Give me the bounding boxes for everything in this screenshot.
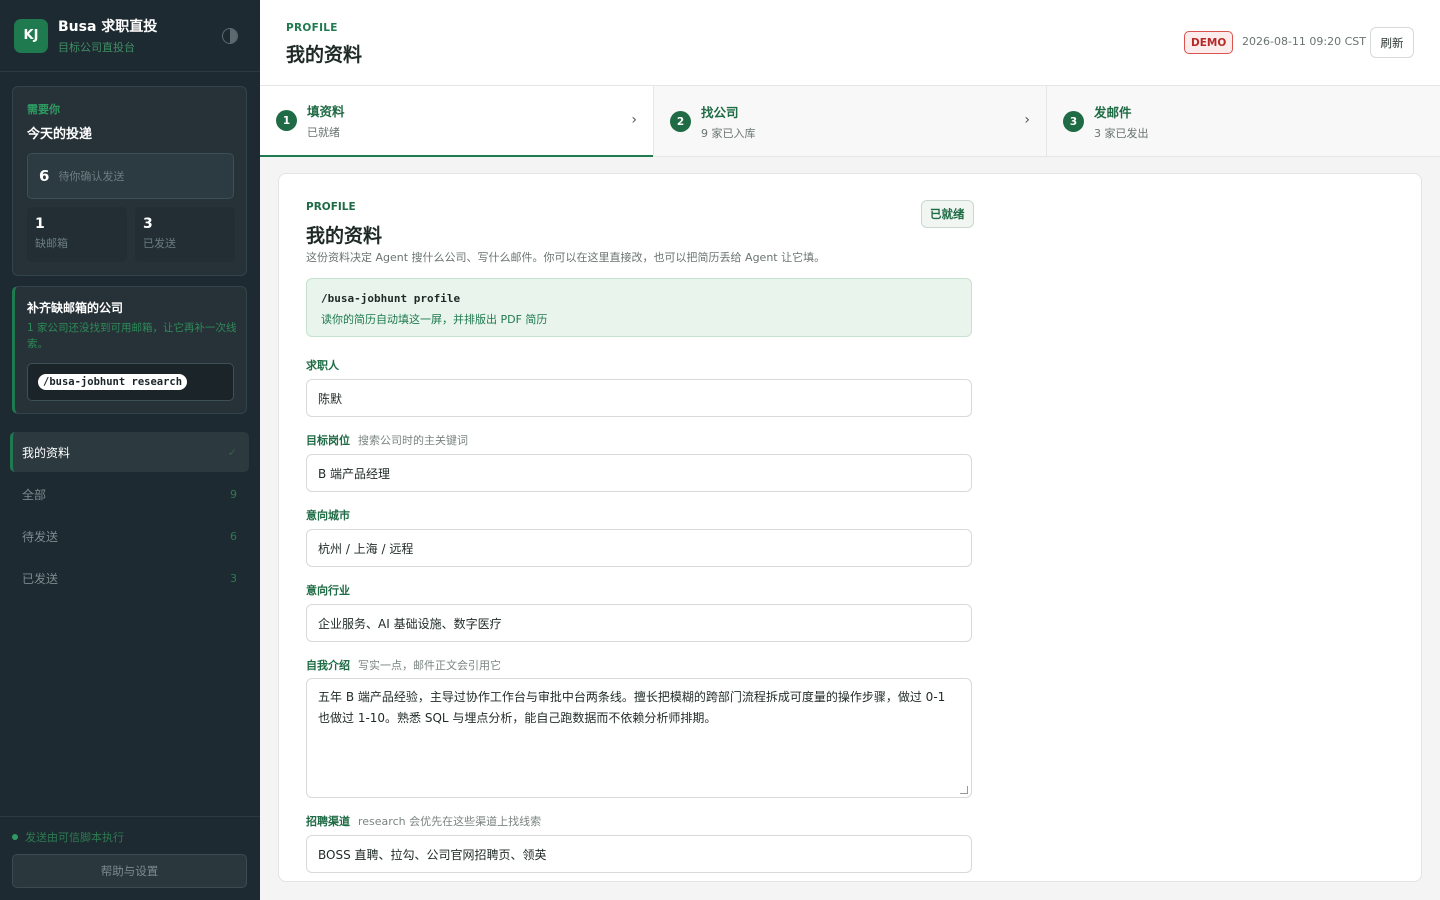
intro-label: 自我介绍 写实一点，邮件正文会引用它 xyxy=(306,659,501,672)
app-logo: KJ xyxy=(14,18,48,53)
step-title: 发邮件 xyxy=(1094,105,1132,120)
today-title: 今天的投递 xyxy=(27,127,93,142)
app-subtitle: 目标公司直投台 xyxy=(58,41,135,54)
today-card: 需要你 今天的投递 6 待你确认发送 1 缺邮箱 3 已发送 xyxy=(12,86,247,276)
name-field[interactable]: 陈默 xyxy=(306,379,972,417)
sent-label: 已发送 xyxy=(143,237,176,250)
sidebar-item-label: 我的资料 xyxy=(22,445,71,460)
intro-hint: 写实一点，邮件正文会引用它 xyxy=(358,659,501,672)
missing-count: 1 xyxy=(35,216,45,232)
pending-label: 待你确认发送 xyxy=(58,170,125,183)
industry-field[interactable]: 企业服务、AI 基础设施、数字医疗 xyxy=(306,604,972,642)
refresh-button[interactable]: 刷新 xyxy=(1370,27,1414,58)
sent-card[interactable]: 3 已发送 xyxy=(135,207,235,262)
sidebar-item-count: 9 xyxy=(230,487,237,501)
tip-command: /busa-jobhunt profile xyxy=(321,292,461,305)
app-title: Busa 求职直投 xyxy=(58,19,158,35)
sidebar-item-pending[interactable]: 待发送 6 xyxy=(10,516,249,556)
brand-header: KJ Busa 求职直投 目标公司直投台 xyxy=(0,0,260,72)
ready-status-button[interactable]: 已就绪 xyxy=(921,200,974,228)
self-intro-textarea[interactable]: 五年 B 端产品经验，主导过协作工作台与审批中台两条线。擅长把模糊的跨部门流程拆… xyxy=(306,678,972,798)
sidebar-item-label: 待发送 xyxy=(22,529,59,544)
profile-panel: PROFILE 我的资料 这份资料决定 Agent 搜什么公司、写什么邮件。你可… xyxy=(278,173,1422,882)
page-kicker: PROFILE xyxy=(286,22,338,34)
status-dot-icon xyxy=(12,834,18,840)
tab-step-companies[interactable]: 2 找公司 9 家已入库 › xyxy=(653,86,1046,157)
theme-toggle-icon[interactable] xyxy=(222,28,238,44)
research-command-box[interactable]: /busa-jobhunt research xyxy=(27,363,234,401)
help-settings-button[interactable]: 帮助与设置 xyxy=(12,854,247,888)
sidebar-item-sent[interactable]: 已发送 3 xyxy=(10,558,249,598)
research-command[interactable]: /busa-jobhunt research xyxy=(38,374,188,390)
research-card: 补齐缺邮箱的公司 1 家公司还没找到可用邮箱，让它再补一次线索。 /busa-j… xyxy=(12,286,247,414)
profile-command-tip: /busa-jobhunt profile 读你的简历自动填这一屏，并排版出 P… xyxy=(306,278,972,337)
pending-count: 6 xyxy=(39,167,50,185)
step-status: 9 家已入库 xyxy=(701,127,756,140)
channel-field[interactable]: BOSS 直聘、拉勾、公司官网招聘页、领英 xyxy=(306,835,972,873)
exec-status-text: 发送由可信脚本执行 xyxy=(25,831,124,844)
channel-hint: research 会优先在这些渠道上找线索 xyxy=(358,815,542,828)
step-number: 2 xyxy=(670,111,691,132)
step-number: 1 xyxy=(276,110,297,131)
step-title: 填资料 xyxy=(307,104,345,119)
page-header: PROFILE 我的资料 DEMO 2026-08-11 09:20 CST 刷… xyxy=(260,0,1440,86)
sidebar-item-count: 6 xyxy=(230,529,237,543)
missing-label: 缺邮箱 xyxy=(35,237,68,250)
exec-status: 发送由可信脚本执行 xyxy=(12,829,124,845)
research-title: 补齐缺邮箱的公司 xyxy=(27,301,124,315)
tab-step-profile[interactable]: 1 填资料 已就绪 › xyxy=(260,86,653,157)
page-title: 我的资料 xyxy=(286,44,363,66)
panel-kicker: PROFILE xyxy=(306,201,356,213)
sidebar-item-label: 已发送 xyxy=(22,571,59,586)
self-intro-text: 五年 B 端产品经验，主导过协作工作台与审批中台两条线。擅长把模糊的跨部门流程拆… xyxy=(318,690,946,725)
sent-count: 3 xyxy=(143,216,153,232)
check-icon: ✓ xyxy=(227,445,237,459)
panel-title: 我的资料 xyxy=(306,225,383,247)
demo-badge: DEMO xyxy=(1184,31,1234,54)
today-kicker: 需要你 xyxy=(27,103,60,116)
sidebar-item-label: 全部 xyxy=(22,487,47,502)
step-status: 3 家已发出 xyxy=(1094,127,1149,140)
step-status: 已就绪 xyxy=(307,126,340,139)
role-label: 目标岗位 搜索公司时的主关键词 xyxy=(306,434,468,447)
chevron-right-icon: › xyxy=(1024,112,1030,128)
city-label: 意向城市 xyxy=(306,509,350,522)
tip-text: 读你的简历自动填这一屏，并排版出 PDF 简历 xyxy=(321,313,548,326)
missing-email-card[interactable]: 1 缺邮箱 xyxy=(27,207,127,262)
panel-description: 这份资料决定 Agent 搜什么公司、写什么邮件。你可以在这里直接改，也可以把简… xyxy=(306,251,826,264)
name-label: 求职人 xyxy=(306,359,339,372)
resize-grip-icon[interactable] xyxy=(960,786,968,794)
sidebar-nav: 我的资料 ✓ 全部 9 待发送 6 已发送 3 xyxy=(10,432,249,600)
sidebar-item-all[interactable]: 全部 9 xyxy=(10,474,249,514)
sidebar: KJ Busa 求职直投 目标公司直投台 需要你 今天的投递 6 待你确认发送 … xyxy=(0,0,260,900)
sidebar-item-profile[interactable]: 我的资料 ✓ xyxy=(10,432,249,472)
sidebar-item-count: 3 xyxy=(230,571,237,585)
step-number: 3 xyxy=(1063,111,1084,132)
step-tabs: 1 填资料 已就绪 › 2 找公司 9 家已入库 › 3 发邮件 3 家已发出 xyxy=(260,86,1440,157)
industry-label: 意向行业 xyxy=(306,584,350,597)
city-field[interactable]: 杭州 / 上海 / 远程 xyxy=(306,529,972,567)
tab-step-email[interactable]: 3 发邮件 3 家已发出 xyxy=(1046,86,1439,157)
timestamp: 2026-08-11 09:20 CST xyxy=(1242,35,1367,48)
step-title: 找公司 xyxy=(701,105,739,120)
target-role-field[interactable]: B 端产品经理 xyxy=(306,454,972,492)
chevron-right-icon: › xyxy=(631,112,637,128)
sidebar-footer-divider xyxy=(0,816,260,817)
pending-send-card[interactable]: 6 待你确认发送 xyxy=(27,153,234,199)
research-desc: 1 家公司还没找到可用邮箱，让它再补一次线索。 xyxy=(27,322,237,350)
role-hint: 搜索公司时的主关键词 xyxy=(358,434,468,447)
channel-label: 招聘渠道 research 会优先在这些渠道上找线索 xyxy=(306,815,542,828)
